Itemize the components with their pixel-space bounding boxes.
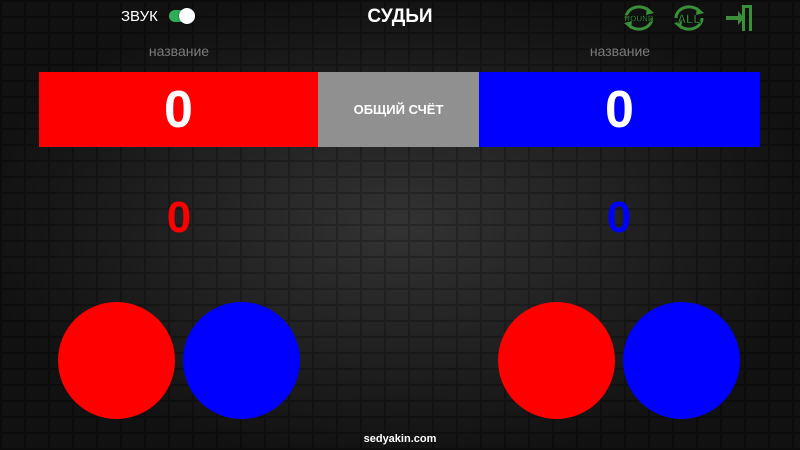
reset-all-icon: ALL (674, 5, 704, 31)
exit-button[interactable] (722, 3, 756, 33)
left-judge-blue-button[interactable] (183, 302, 300, 419)
round-icon-text: ROUND (624, 15, 654, 24)
left-total-score: 0 (39, 72, 318, 147)
right-judge-red-button[interactable] (498, 302, 615, 419)
left-judge-score: 0 (166, 193, 192, 242)
right-judge-score: 0 (606, 193, 632, 242)
round-reset-button[interactable]: ROUND (622, 3, 656, 33)
reset-all-button[interactable]: ALL (672, 3, 706, 33)
total-score-label: ОБЩИЙ СЧЁТ (318, 72, 479, 147)
round-reset-icon: ROUND (624, 5, 654, 31)
right-total-score: 0 (479, 72, 760, 147)
exit-icon (726, 5, 752, 31)
left-judge-red-button[interactable] (58, 302, 175, 419)
all-icon-text: ALL (677, 12, 700, 26)
left-team-name[interactable]: название (99, 43, 259, 59)
right-team-name[interactable]: название (540, 43, 700, 59)
right-judge-blue-button[interactable] (623, 302, 740, 419)
footer-site-link[interactable]: sedyakin.com (0, 433, 800, 445)
